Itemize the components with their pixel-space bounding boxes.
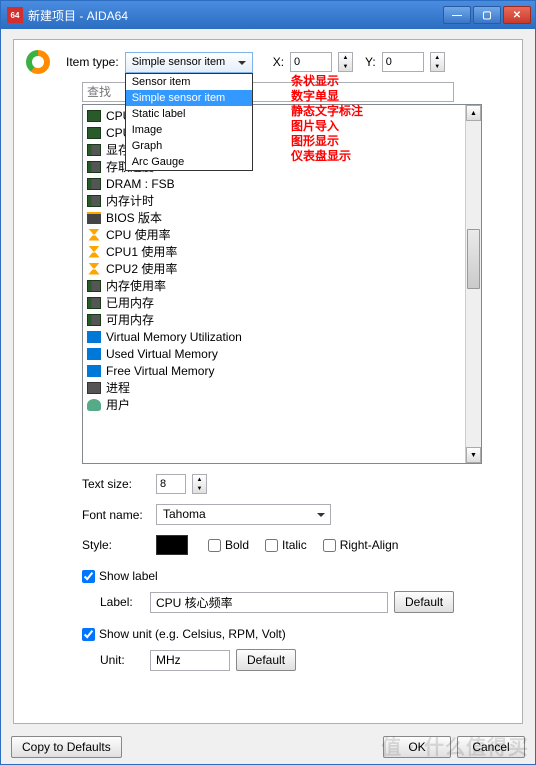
item-type-dropdown[interactable]: Sensor itemSimple sensor itemStatic labe…	[125, 73, 253, 171]
proc-icon	[87, 382, 101, 394]
chip2-icon	[87, 144, 101, 156]
right-align-checkbox[interactable]: Right-Align	[323, 538, 399, 552]
list-item-label: 内存计时	[106, 192, 154, 209]
italic-checkbox[interactable]: Italic	[265, 538, 307, 552]
dropdown-option[interactable]: Static label	[126, 106, 252, 122]
x-label: X:	[273, 55, 284, 69]
cancel-button[interactable]: Cancel	[457, 736, 525, 758]
dropdown-option[interactable]: Sensor item	[126, 74, 252, 90]
text-size-input[interactable]	[156, 474, 186, 494]
item-type-combo[interactable]: Simple sensor item Sensor itemSimple sen…	[125, 52, 253, 73]
close-button[interactable]: ✕	[503, 6, 531, 24]
dropdown-option[interactable]: Image	[126, 122, 252, 138]
item-type-label: Item type:	[66, 55, 119, 69]
list-item[interactable]: 内存计时	[83, 192, 465, 209]
list-item[interactable]: BIOS 版本	[83, 209, 465, 226]
dropdown-option[interactable]: Graph	[126, 138, 252, 154]
list-item[interactable]: CPU1 使用率	[83, 243, 465, 260]
list-item[interactable]: Virtual Memory Utilization	[83, 328, 465, 345]
scroll-down-button[interactable]: ▼	[466, 447, 481, 463]
maximize-button[interactable]: ▢	[473, 6, 501, 24]
chip2-icon	[87, 314, 101, 326]
list-item-label: CPU 使用率	[106, 226, 171, 243]
chip2-icon	[87, 280, 101, 292]
item-type-value[interactable]: Simple sensor item	[125, 52, 253, 73]
titlebar[interactable]: 64 新建项目 - AIDA64 — ▢ ✕	[1, 1, 535, 29]
list-item-label: CPU1 使用率	[106, 243, 177, 260]
list-item[interactable]: DRAM : FSB	[83, 175, 465, 192]
chip-icon	[87, 127, 101, 139]
y-label: Y:	[365, 55, 376, 69]
main-panel: Item type: Simple sensor item Sensor ite…	[13, 39, 523, 724]
user-icon	[87, 399, 101, 411]
minimize-button[interactable]: —	[443, 6, 471, 24]
list-item[interactable]: CPU 使用率	[83, 226, 465, 243]
list-item-label: Virtual Memory Utilization	[106, 330, 242, 344]
bold-checkbox[interactable]: Bold	[208, 538, 249, 552]
list-item[interactable]: CPU2 使用率	[83, 260, 465, 277]
show-unit-checkbox[interactable]: Show unit (e.g. Celsius, RPM, Volt)	[82, 627, 500, 641]
window-title: 新建项目 - AIDA64	[28, 7, 443, 24]
ok-button[interactable]: OK	[383, 736, 451, 758]
unit-input[interactable]	[150, 650, 230, 671]
hour-icon	[87, 263, 101, 275]
y-spinner[interactable]: ▲▼	[430, 52, 445, 72]
color-swatch[interactable]	[156, 535, 188, 555]
show-label-checkbox[interactable]: Show label	[82, 569, 500, 583]
gauge-icon	[26, 50, 50, 74]
unit-default-button[interactable]: Default	[236, 649, 296, 671]
list-item-label: 已用内存	[106, 294, 154, 311]
list-item-label: Free Virtual Memory	[106, 364, 214, 378]
y-input[interactable]	[382, 52, 424, 72]
list-item[interactable]: 进程	[83, 379, 465, 396]
chip2-icon	[87, 161, 101, 173]
win-icon	[87, 331, 101, 343]
app-icon: 64	[7, 7, 23, 23]
list-item-label: BIOS 版本	[106, 209, 162, 226]
list-item[interactable]: Used Virtual Memory	[83, 345, 465, 362]
win-icon	[87, 348, 101, 360]
list-item-label: 进程	[106, 379, 130, 396]
label-default-button[interactable]: Default	[394, 591, 454, 613]
label-input[interactable]	[150, 592, 388, 613]
text-size-spinner[interactable]: ▲▼	[192, 474, 207, 494]
chip2-icon	[87, 178, 101, 190]
font-name-label: Font name:	[82, 508, 150, 522]
list-item[interactable]: 可用内存	[83, 311, 465, 328]
style-label: Style:	[82, 538, 150, 552]
x-input[interactable]	[290, 52, 332, 72]
list-item-label: Used Virtual Memory	[106, 347, 218, 361]
scroll-up-button[interactable]: ▲	[466, 105, 481, 121]
bios-icon	[87, 212, 101, 224]
list-item-label: DRAM : FSB	[106, 177, 175, 191]
win-icon	[87, 365, 101, 377]
list-item[interactable]: 已用内存	[83, 294, 465, 311]
chip-icon	[87, 110, 101, 122]
chip2-icon	[87, 195, 101, 207]
hour-icon	[87, 246, 101, 258]
copy-to-defaults-button[interactable]: Copy to Defaults	[11, 736, 122, 758]
list-item-label: 内存使用率	[106, 277, 166, 294]
x-spinner[interactable]: ▲▼	[338, 52, 353, 72]
dropdown-option[interactable]: Simple sensor item	[126, 90, 252, 106]
scrollbar[interactable]: ▲ ▼	[465, 105, 481, 463]
label-field-label: Label:	[100, 595, 144, 609]
list-item[interactable]: Free Virtual Memory	[83, 362, 465, 379]
dropdown-option[interactable]: Arc Gauge	[126, 154, 252, 170]
list-item-label: 用户	[106, 396, 130, 413]
scroll-track[interactable]	[466, 121, 481, 447]
list-item-label: CPU2 使用率	[106, 260, 177, 277]
hour-icon	[87, 229, 101, 241]
list-item[interactable]: 用户	[83, 396, 465, 413]
font-name-combo[interactable]: Tahoma	[156, 504, 331, 525]
list-item[interactable]: 内存使用率	[83, 277, 465, 294]
list-item-label: 可用内存	[106, 311, 154, 328]
scroll-thumb[interactable]	[467, 229, 480, 289]
dialog-window: 64 新建项目 - AIDA64 — ▢ ✕ Item type: Simple…	[0, 0, 536, 765]
unit-field-label: Unit:	[100, 653, 144, 667]
chip2-icon	[87, 297, 101, 309]
text-size-label: Text size:	[82, 477, 150, 491]
